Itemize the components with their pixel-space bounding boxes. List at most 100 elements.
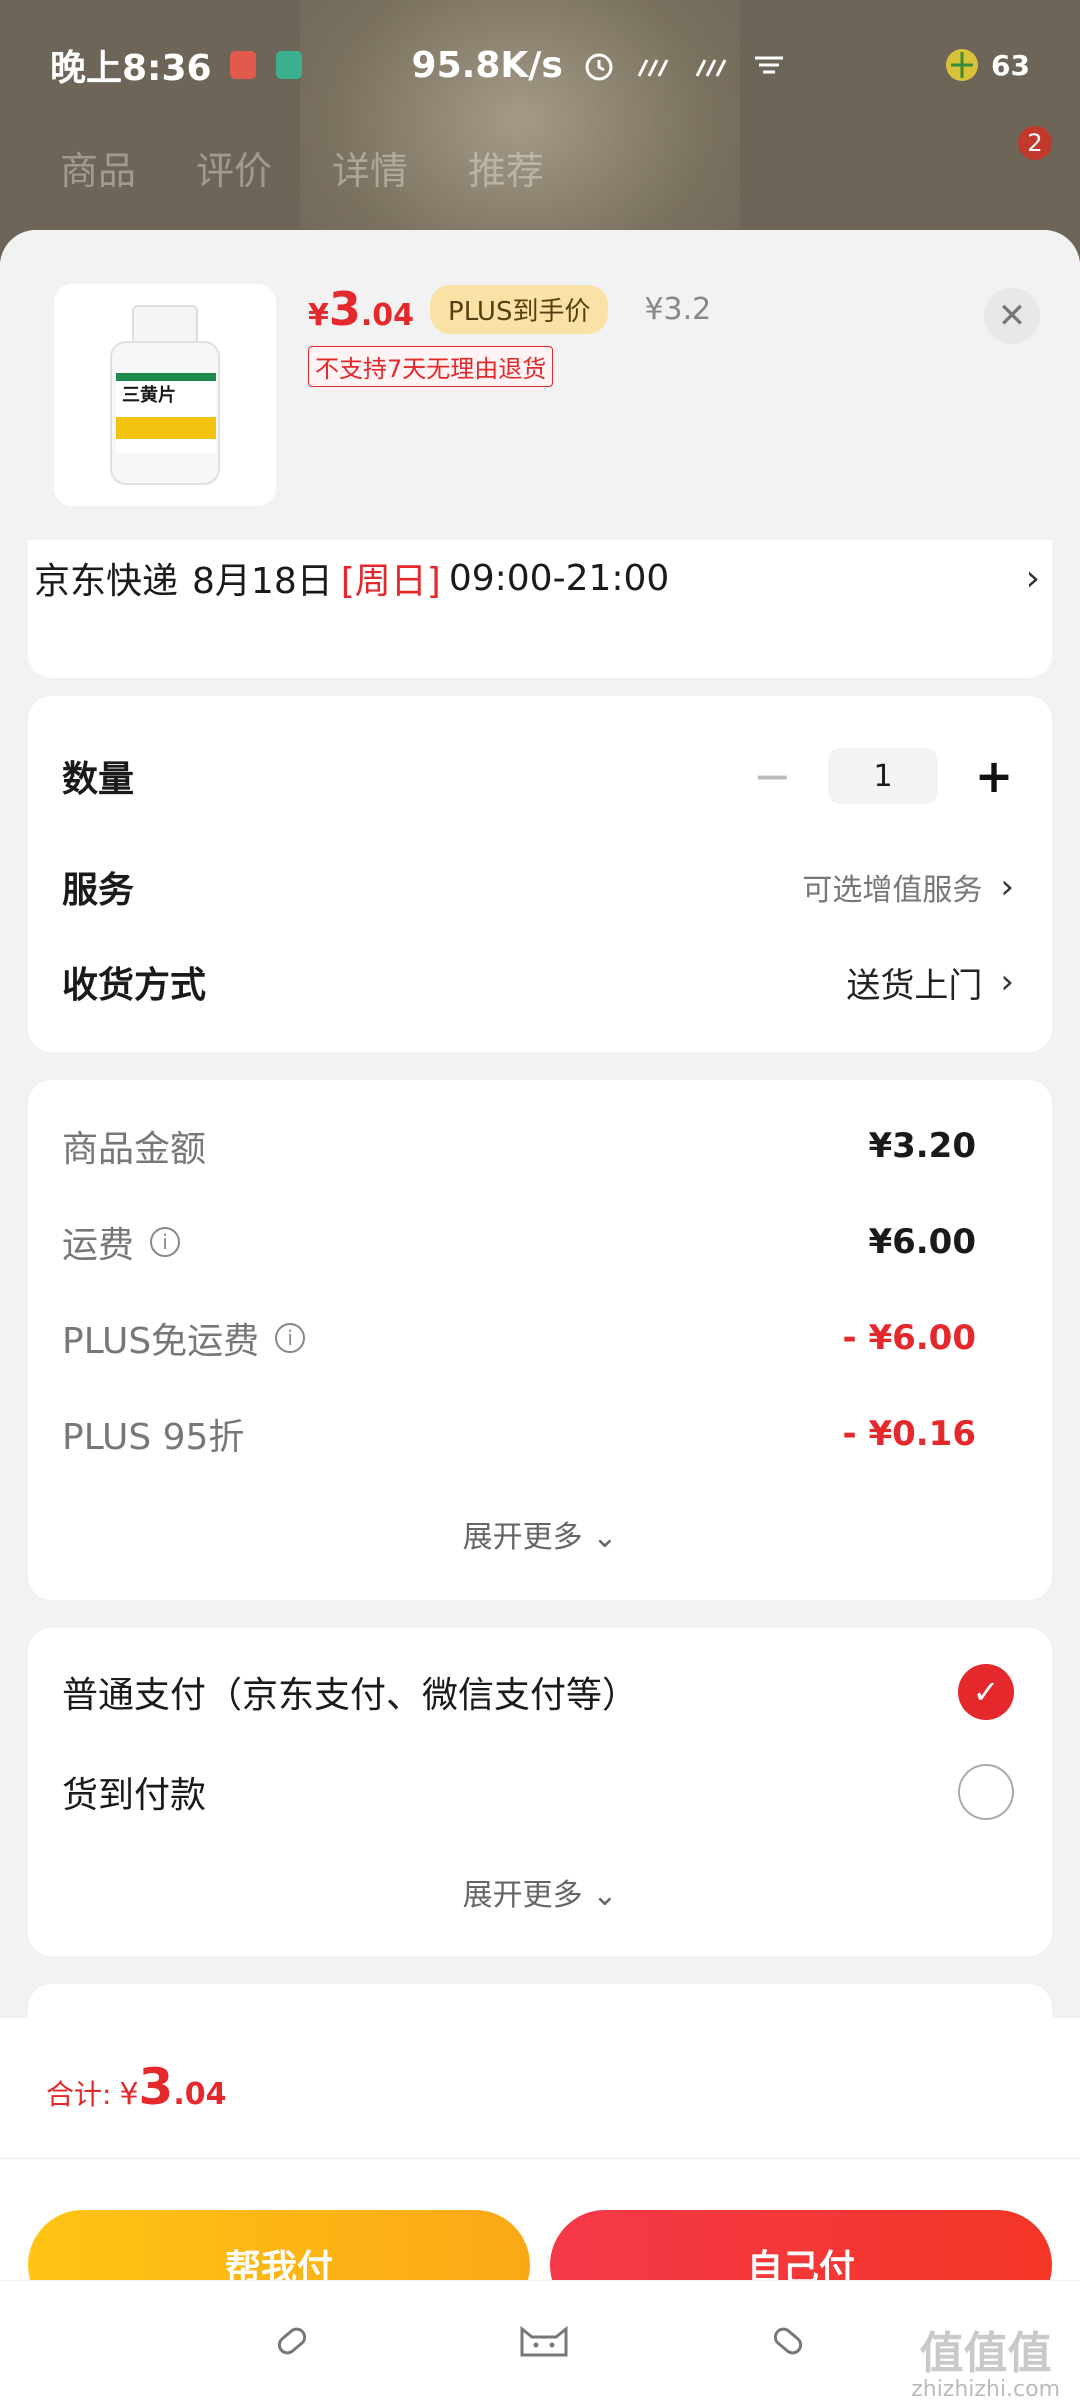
app-notification-icon [275, 51, 302, 79]
plus-price: ¥3.04 [308, 282, 414, 336]
options-card: 数量 − 1 + 服务 可选增值服务 › 收货方式 送货上门 › [28, 696, 1052, 1052]
quantity-input[interactable]: 1 [828, 748, 938, 804]
fee-card: 商品金额 ¥3.20 运费 i ¥6.00 PLUS免运费 i - ¥6.00 PL… [28, 1080, 1052, 1600]
app-notification-icon [229, 51, 256, 79]
cat-icon[interactable] [518, 2319, 570, 2363]
watermark-url: zhizhizhi.com [911, 2377, 1060, 2400]
medicine-bottle-icon: 三黄片 [110, 305, 220, 485]
radio-unchecked-icon[interactable] [958, 1764, 1014, 1820]
fee-row: PLUS免运费 i - ¥6.00 [62, 1312, 1014, 1364]
price-row: ¥3.04 PLUS到手价 ¥3.2 [308, 282, 711, 336]
original-price: ¥3.2 [644, 291, 712, 327]
product-label-text: 三黄片 [122, 385, 176, 406]
price-block: ¥3.04 PLUS到手价 ¥3.2 不支持7天无理由退货 [308, 282, 711, 387]
product-summary: 三黄片 ¥3.04 PLUS到手价 ¥3.2 不支持7天无理由退货 ✕ [0, 230, 1080, 540]
chevron-right-icon: › [1000, 867, 1014, 907]
receive-method-value: 送货上门 [846, 965, 983, 1006]
battery-indicator: 63 [943, 46, 1030, 84]
delivery-date: 8月18日 [192, 561, 333, 602]
fee-label-group: 运费 i [62, 1216, 181, 1268]
bottle-body: 三黄片 [110, 341, 220, 485]
status-time: 晚上8:36 [50, 48, 212, 89]
delivery-time-row[interactable]: 京东快递 8月18日 [周日] 09:00-21:00 › [34, 552, 1040, 604]
product-image: 三黄片 [54, 284, 276, 506]
background-tabs: 商品 评价 详情 推荐 [60, 140, 544, 195]
fee-label: PLUS 95折 [62, 1417, 245, 1458]
pill-icon[interactable] [766, 2319, 810, 2363]
info-icon[interactable]: i [275, 1323, 306, 1353]
background-tab: 详情 [332, 149, 409, 193]
delivery-weekday: [周日] [340, 561, 441, 602]
signal-icon [637, 59, 669, 77]
order-sheet: 三黄片 ¥3.04 PLUS到手价 ¥3.2 不支持7天无理由退货 ✕ 京东快递… [0, 230, 1080, 2400]
payment-option[interactable]: 货到付款 [62, 1764, 1014, 1820]
delivery-carrier: 京东快递 [34, 561, 179, 602]
payment-option[interactable]: 普通支付（京东支付、微信支付等） ✓ [62, 1664, 1014, 1720]
expand-more-label: 展开更多 [462, 1520, 583, 1555]
receive-method-label: 收货方式 [62, 965, 207, 1006]
chevron-right-icon: › [1025, 557, 1040, 599]
close-button[interactable]: ✕ [984, 288, 1040, 344]
fee-value: - ¥6.00 [842, 1318, 977, 1358]
fee-row: 运费 i ¥6.00 [62, 1216, 1014, 1268]
fee-value: ¥6.00 [868, 1222, 976, 1262]
notification-icons [229, 51, 302, 79]
signal-icon [695, 59, 727, 77]
service-row[interactable]: 服务 可选增值服务 › [62, 861, 1014, 913]
fee-label: 运费 [62, 1225, 135, 1266]
status-bar: 晚上8:36 95.8K/s 63 [0, 0, 1080, 130]
watermark-logo: 值值值 [919, 2328, 1052, 2379]
expand-more-button[interactable]: 展开更多 ⌄ [28, 1512, 1052, 1556]
background-tab: 商品 [60, 149, 137, 193]
background-tab: 推荐 [468, 149, 545, 193]
payment-option-label: 普通支付（京东支付、微信支付等） [62, 1675, 639, 1716]
bottle-label: 三黄片 [116, 373, 216, 453]
pill-icon[interactable] [270, 2319, 314, 2363]
chevron-down-icon: ⌄ [592, 1878, 618, 1913]
quantity-label: 数量 [62, 759, 135, 800]
background-tab: 评价 [196, 149, 273, 193]
total-decimal: .04 [173, 2077, 227, 2112]
fee-row: PLUS 95折 - ¥0.16 [62, 1408, 1014, 1460]
total-label: 合计: [46, 2078, 112, 2111]
payment-option-label: 货到付款 [62, 1775, 207, 1816]
quantity-minus-button[interactable]: − [752, 749, 792, 803]
chevron-right-icon: › [1000, 962, 1014, 1002]
fee-row: 商品金额 ¥3.20 [62, 1120, 1014, 1172]
status-network: 95.8K/s [412, 45, 787, 86]
network-speed: 95.8K/s [411, 44, 563, 86]
battery-icon [946, 49, 979, 81]
payment-card: 普通支付（京东支付、微信支付等） ✓ 货到付款 展开更多 ⌄ [28, 1628, 1052, 1956]
cart-badge: 2 [1018, 126, 1052, 160]
service-label: 服务 [62, 870, 135, 911]
fee-value: ¥3.20 [868, 1126, 976, 1166]
total-integer: 3 [138, 2058, 174, 2116]
quantity-plus-button[interactable]: + [974, 749, 1014, 803]
expand-more-label: 展开更多 [462, 1878, 583, 1913]
chevron-down-icon: ⌄ [592, 1520, 618, 1555]
battery-level: 63 [991, 48, 1030, 82]
price-decimal: .04 [360, 298, 415, 333]
wifi-icon [754, 56, 783, 74]
total-currency: ¥ [119, 2077, 139, 2112]
fee-label: PLUS免运费 [62, 1321, 260, 1362]
expand-more-button[interactable]: 展开更多 ⌄ [28, 1870, 1052, 1914]
delivery-time-window: 09:00-21:00 [448, 557, 670, 599]
check-icon[interactable]: ✓ [958, 1664, 1014, 1720]
price-integer: 3 [328, 282, 361, 336]
info-icon[interactable]: i [150, 1227, 181, 1257]
quantity-row: 数量 − 1 + [62, 748, 1014, 804]
quantity-stepper: − 1 + [752, 748, 1014, 804]
order-total: 合计: ¥ 3 .04 [46, 2058, 226, 2116]
plus-price-tag: PLUS到手价 [430, 284, 609, 334]
bottle-stripe [116, 417, 216, 439]
fee-label-group: PLUS免运费 i [62, 1312, 306, 1364]
service-value: 可选增值服务 [802, 873, 983, 908]
watermark: 值值值 zhizhizhi.com [911, 2328, 1060, 2400]
receive-method-row[interactable]: 收货方式 送货上门 › [62, 956, 1014, 1008]
return-policy-tag: 不支持7天无理由退货 [308, 346, 554, 387]
price-currency: ¥ [308, 298, 329, 333]
divider [0, 2158, 1080, 2159]
bottle-cap [132, 305, 198, 345]
alarm-icon [585, 53, 613, 81]
